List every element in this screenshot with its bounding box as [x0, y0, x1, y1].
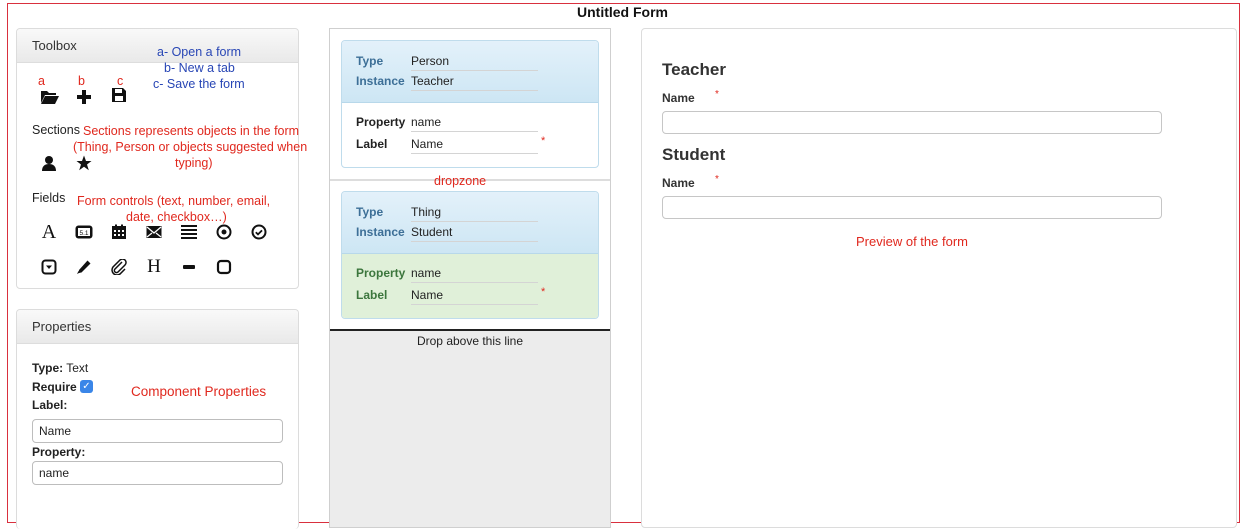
preview-field-label: Name: [662, 91, 695, 105]
sections-label: Sections: [32, 123, 80, 137]
prop-label-heading: Label:: [32, 398, 67, 412]
drop-hint: Drop above this line: [416, 334, 524, 348]
heading-icon[interactable]: H: [143, 256, 165, 278]
prop-type: Type: Text: [32, 361, 88, 375]
field-card-teacher-name[interactable]: Property name Label Name *: [342, 103, 598, 167]
preview-section-title: Teacher: [662, 60, 726, 79]
property-input[interactable]: name: [32, 461, 283, 485]
required-marker: *: [541, 286, 546, 298]
field-card-student-name[interactable]: Property name Label Name *: [342, 254, 598, 318]
field-label-value[interactable]: Name: [411, 288, 538, 305]
field-label-label: Label: [356, 137, 388, 151]
preview-section-title: Student: [662, 145, 726, 164]
annotation-preview: Preview of the form: [856, 234, 968, 249]
annotation-open-form: a- Open a form: [157, 45, 242, 59]
list-icon[interactable]: [178, 221, 200, 243]
section-instance-value[interactable]: Teacher: [411, 74, 538, 91]
square-icon[interactable]: [213, 256, 235, 278]
pencil-icon[interactable]: [73, 256, 95, 278]
section-type-label: Type: [356, 205, 384, 219]
checkbox-icon[interactable]: [248, 221, 270, 243]
section-type-value[interactable]: Person: [411, 54, 538, 71]
annotation-save-form: c- Save the form: [153, 77, 245, 91]
prop-type-value: Text: [66, 361, 89, 375]
prop-type-label: Type:: [32, 361, 64, 375]
section-instance-label: Instance: [356, 74, 405, 88]
field-property-value[interactable]: name: [411, 115, 538, 132]
section-type-value[interactable]: Thing: [411, 205, 538, 222]
section-card-student[interactable]: Type Thing Instance Student Property nam…: [341, 191, 599, 319]
form-preview-panel: Teacher Name * Student Name * Preview of…: [641, 28, 1237, 528]
radio-icon[interactable]: [213, 221, 235, 243]
annotation-fields-1: Form controls (text, number, email,: [77, 194, 271, 208]
preview-teacher-name-input[interactable]: [662, 111, 1162, 134]
separator-icon[interactable]: [178, 256, 200, 278]
prop-property-label: Property:: [32, 445, 86, 459]
annotation-new-tab: b- New a tab: [164, 61, 235, 75]
dropzone-panel: Type Person Instance Teacher Property na…: [329, 28, 611, 528]
annotation-sections-2: (Thing, Person or objects suggested when: [73, 140, 308, 154]
email-icon[interactable]: [143, 221, 165, 243]
annotation-component-properties: Component Properties: [131, 384, 267, 399]
preview-field-label: Name: [662, 176, 695, 190]
annotation-fields-2: date, checkbox…): [126, 210, 227, 224]
required-marker: *: [715, 174, 719, 185]
text-icon[interactable]: A: [38, 221, 60, 243]
section-type-label: Type: [356, 54, 384, 68]
number-icon[interactable]: 5.1: [73, 221, 95, 243]
field-label-label: Label: [356, 288, 388, 302]
folder-open-icon[interactable]: [39, 86, 61, 108]
section-card-header: Type Thing Instance Student: [342, 192, 598, 254]
prop-property-heading: Property:: [32, 445, 85, 459]
annotation-dropzone: dropzone: [434, 174, 487, 188]
annotation-sections-1: Sections represents objects in the form: [83, 124, 300, 138]
date-icon[interactable]: [108, 221, 130, 243]
dropdown-icon[interactable]: [38, 256, 60, 278]
section-card-teacher[interactable]: Type Person Instance Teacher Property na…: [341, 40, 599, 168]
label-input[interactable]: Name: [32, 419, 283, 443]
attachment-icon[interactable]: [108, 256, 130, 278]
require-checkbox[interactable]: ✓: [80, 380, 93, 393]
section-instance-value[interactable]: Student: [411, 225, 538, 242]
field-property-label: Property: [356, 115, 406, 129]
plus-icon[interactable]: [73, 86, 95, 108]
section-instance-label: Instance: [356, 225, 405, 239]
prop-require-label: Require: [32, 380, 77, 394]
user-icon[interactable]: [38, 152, 60, 174]
section-card-header: Type Person Instance Teacher: [342, 41, 598, 103]
field-property-label: Property: [356, 266, 406, 280]
fields-label: Fields: [32, 191, 66, 205]
properties-title: Properties: [17, 310, 298, 344]
field-property-value[interactable]: name: [411, 266, 538, 283]
prop-require: Require: [32, 380, 77, 394]
star-icon[interactable]: [73, 152, 95, 174]
field-label-value[interactable]: Name: [411, 137, 538, 154]
annotation-sections-3: typing): [175, 156, 213, 170]
dropzone-area[interactable]: Type Person Instance Teacher Property na…: [330, 29, 610, 331]
required-marker: *: [715, 89, 719, 100]
preview-student-name-input[interactable]: [662, 196, 1162, 219]
prop-label-label: Label:: [32, 398, 68, 412]
save-icon[interactable]: [108, 84, 130, 106]
svg-text:5.1: 5.1: [79, 230, 88, 237]
form-title: Untitled Form: [577, 4, 668, 20]
required-marker: *: [541, 135, 546, 147]
